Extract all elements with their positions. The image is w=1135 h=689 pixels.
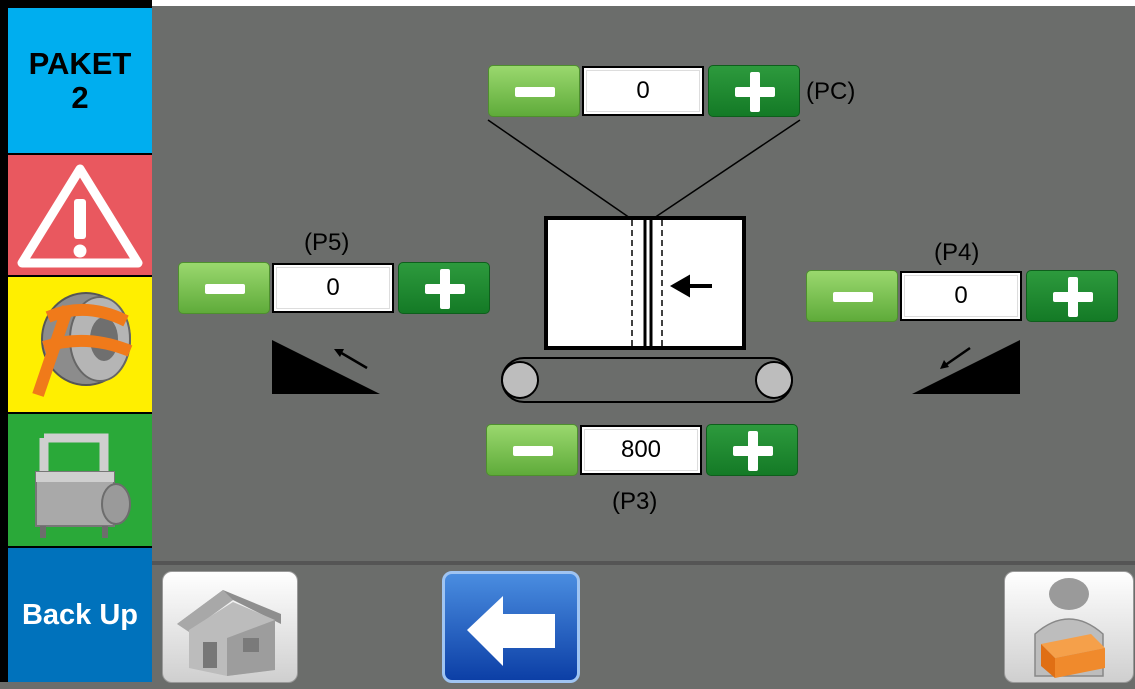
pc-increase-button[interactable] (708, 65, 800, 117)
minus-icon (513, 446, 553, 456)
p3-decrease-button[interactable] (486, 424, 578, 476)
p3-label: (P3) (612, 488, 658, 515)
p5-value-field[interactable]: 0 (272, 263, 394, 313)
p5-increase-button[interactable] (398, 262, 490, 314)
pc-label: (PC) (806, 78, 856, 105)
p3-increase-button[interactable] (706, 424, 798, 476)
p4-increase-button[interactable] (1026, 270, 1118, 322)
p3-value-field[interactable]: 800 (580, 425, 702, 475)
p4-label: (P4) (934, 239, 980, 266)
home-icon (177, 590, 281, 676)
p5-stepper: 0 (178, 262, 490, 314)
sidebar: PAKET 2 Back Up (0, 0, 152, 682)
home-button[interactable] (162, 571, 298, 683)
main-panel: 0 (PC) (P5) 0 (P4) 0 800 (P3) (152, 6, 1135, 561)
machine-button[interactable] (8, 414, 152, 546)
strap-button[interactable] (8, 277, 152, 412)
minus-icon (205, 284, 245, 294)
strapping-machine-icon (35, 433, 131, 538)
warning-icon (17, 164, 143, 268)
back-button[interactable] (442, 571, 580, 683)
p4-stepper: 0 (806, 270, 1118, 322)
minus-icon (833, 292, 873, 302)
pc-value-field[interactable]: 0 (582, 66, 704, 116)
pc-decrease-button[interactable] (488, 65, 580, 117)
p5-label: (P5) (304, 229, 350, 256)
p4-value-field[interactable]: 0 (900, 271, 1022, 321)
bottom-toolbar (152, 561, 1135, 683)
backup-button[interactable]: Back Up (8, 548, 152, 682)
pc-stepper: 0 (488, 65, 800, 117)
minus-icon (515, 87, 555, 97)
operator-package-icon (1034, 578, 1105, 678)
strap-roll-icon (32, 292, 133, 397)
back-arrow-icon (467, 596, 555, 666)
alarm-button[interactable] (8, 155, 152, 275)
operator-button[interactable] (1004, 571, 1134, 683)
paket-button[interactable]: PAKET 2 (8, 8, 152, 153)
p4-decrease-button[interactable] (806, 270, 898, 322)
p3-stepper: 800 (486, 424, 798, 476)
p5-decrease-button[interactable] (178, 262, 270, 314)
